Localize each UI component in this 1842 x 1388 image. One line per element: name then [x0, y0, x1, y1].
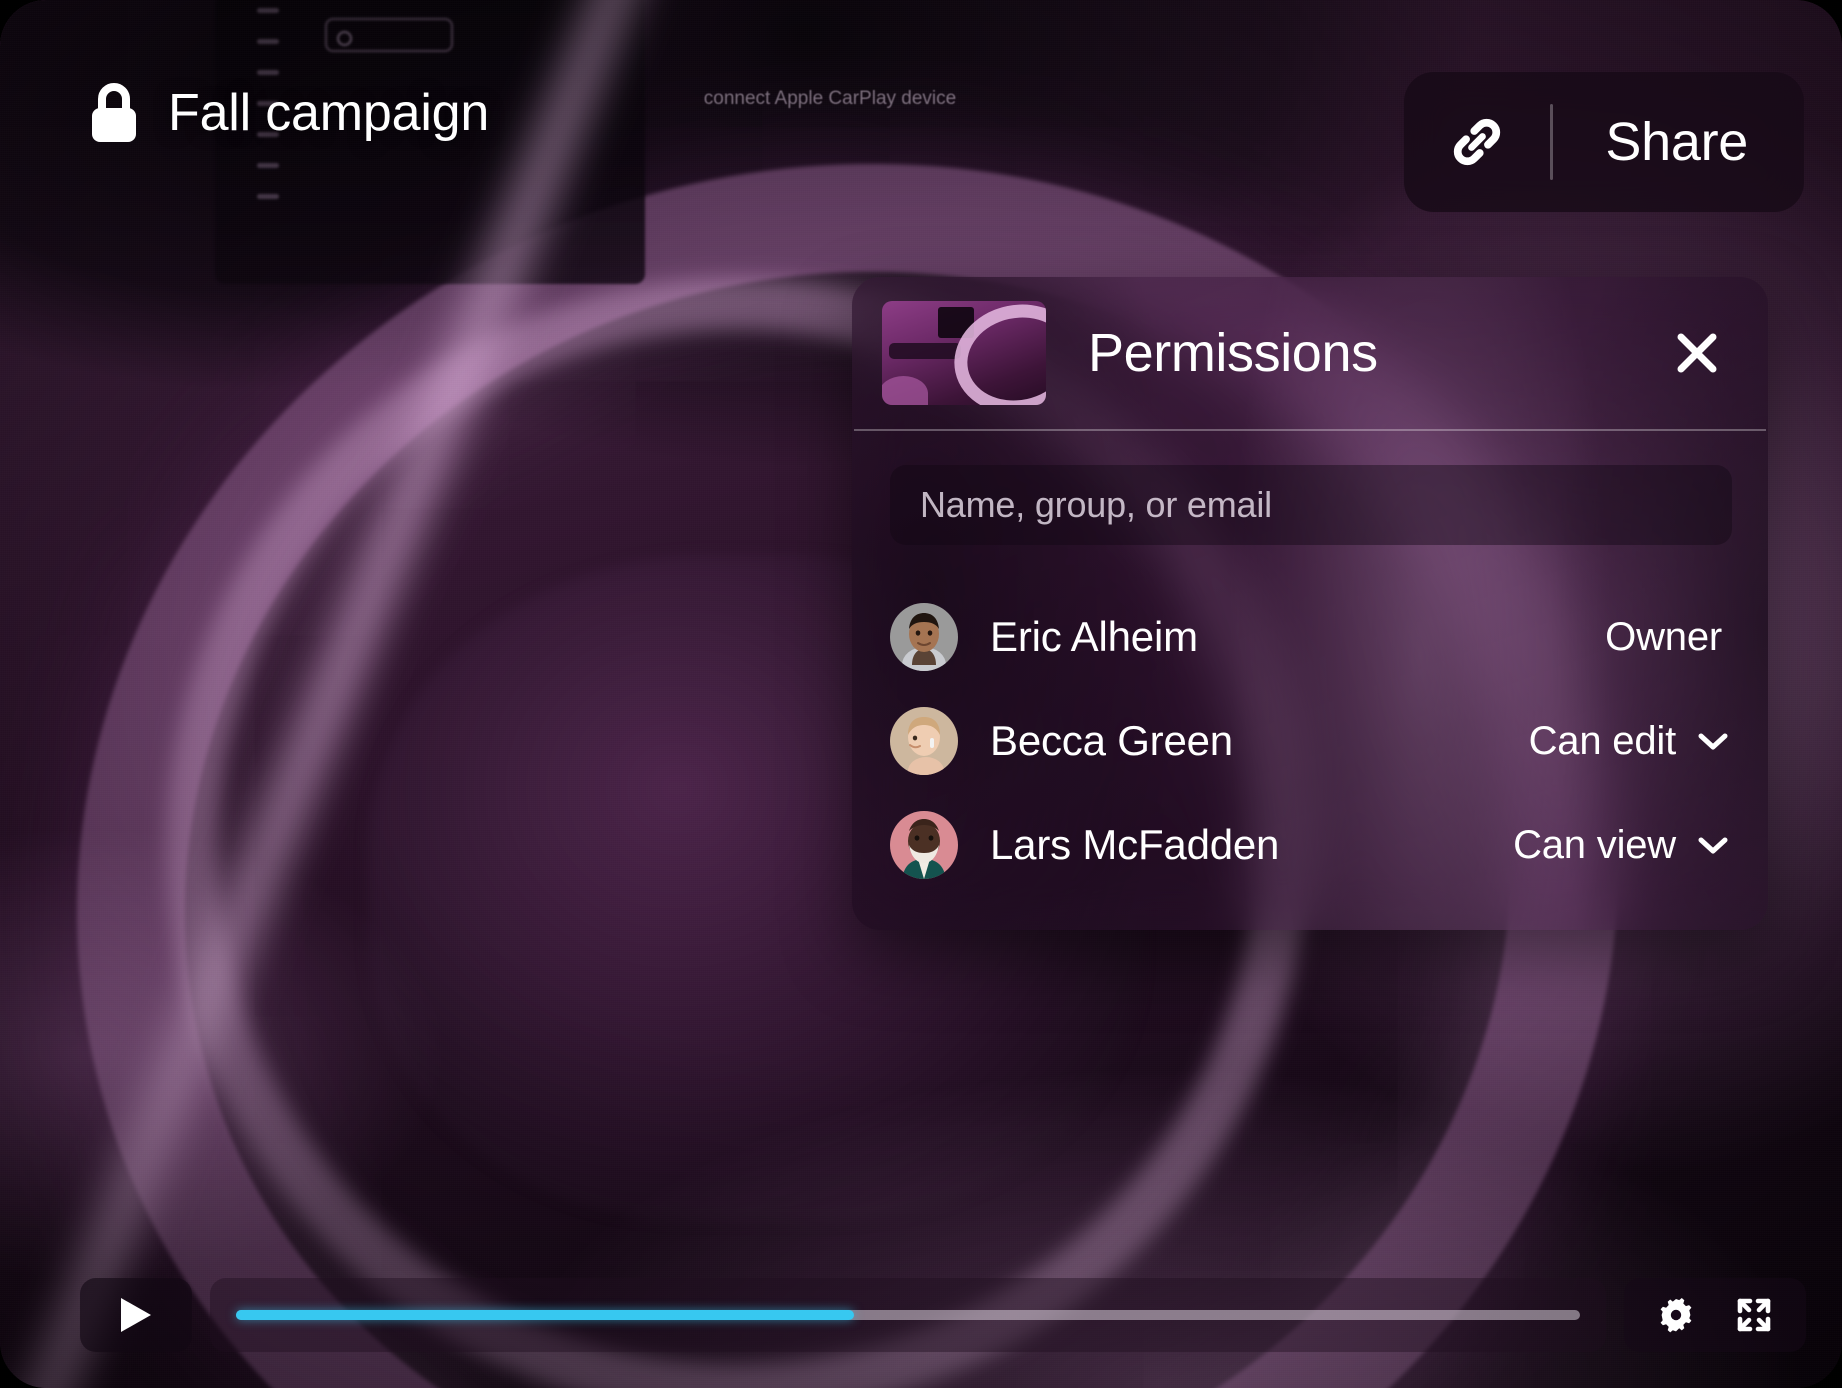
role-text: Can edit: [1528, 718, 1677, 763]
fullscreen-button[interactable]: [1728, 1289, 1780, 1341]
avatar-becca-green: [890, 707, 958, 775]
lock-icon: [86, 82, 142, 144]
people-list: Eric Alheim Owner Becca Green Can edit L…: [890, 585, 1732, 897]
chevron-down-icon: [1698, 836, 1728, 854]
video-player-viewport: connect Apple CarPlay device Fall campai…: [0, 0, 1842, 1388]
share-button[interactable]: Share: [1553, 72, 1804, 212]
permissions-dialog: Permissions Name, group, or email Eric A…: [852, 277, 1768, 930]
page-title-bar: Fall campaign: [86, 82, 489, 144]
close-icon: [1676, 332, 1718, 374]
list-item[interactable]: Lars McFadden Can view: [890, 793, 1732, 897]
avatar-eric-alheim: [890, 603, 958, 671]
progress-track[interactable]: [236, 1310, 1580, 1320]
thumbnail-seat: [882, 375, 928, 405]
role-text: Can view: [1513, 822, 1676, 867]
role-label-owner: Owner: [1601, 609, 1732, 666]
avatar-lars-mcfadden: [890, 811, 958, 879]
permissions-dialog-header: Permissions: [852, 277, 1768, 429]
fullscreen-icon: [1734, 1295, 1774, 1335]
progress-bar[interactable]: [210, 1278, 1606, 1352]
asset-thumbnail: [882, 301, 1046, 405]
role-dropdown-lars-mcfadden[interactable]: Can view: [1509, 817, 1732, 874]
share-toolbar: Share: [1404, 72, 1804, 212]
gear-icon: [1656, 1295, 1696, 1335]
role-dropdown-becca-green[interactable]: Can edit: [1525, 713, 1732, 770]
permissions-dialog-body: Eric Alheim Owner: [852, 431, 1768, 897]
role-text: Owner: [1605, 614, 1722, 659]
person-name: Becca Green: [990, 717, 1233, 764]
link-icon: [1446, 111, 1508, 173]
people-search-input[interactable]: [890, 465, 1732, 545]
close-button[interactable]: [1664, 320, 1730, 386]
list-item[interactable]: Becca Green Can edit: [890, 689, 1732, 793]
page-title: Fall campaign: [168, 84, 490, 142]
thumbnail-dashboard: [888, 342, 961, 360]
chevron-down-icon: [1698, 732, 1728, 750]
video-control-bar: [80, 1278, 1806, 1352]
progress-fill: [236, 1310, 855, 1320]
copy-link-button[interactable]: [1404, 72, 1550, 212]
player-settings-group: [1624, 1278, 1806, 1352]
settings-button[interactable]: [1650, 1289, 1702, 1341]
permissions-dialog-title: Permissions: [1088, 323, 1378, 383]
play-icon: [119, 1296, 153, 1334]
play-button[interactable]: [80, 1278, 192, 1352]
list-item[interactable]: Eric Alheim Owner: [890, 585, 1732, 689]
person-name: Lars McFadden: [990, 821, 1280, 868]
person-name: Eric Alheim: [990, 613, 1198, 660]
